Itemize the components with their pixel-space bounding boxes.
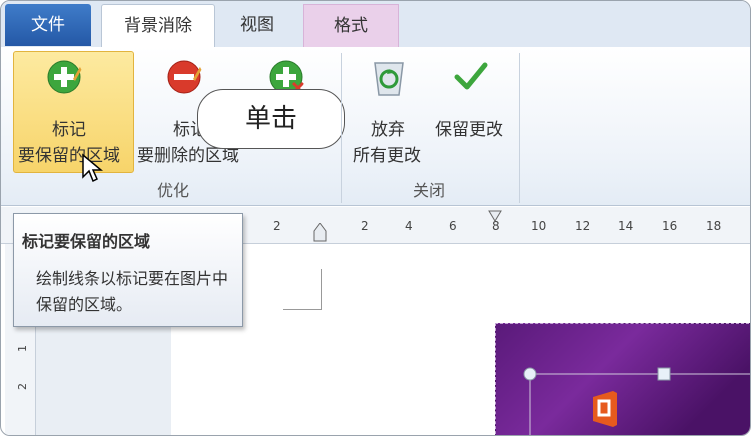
vruler-label: 2 — [16, 383, 29, 390]
recycle-bin-icon[interactable] — [369, 57, 409, 97]
group-separator — [519, 53, 520, 203]
tab-background-removal[interactable]: 背景消除 — [101, 4, 215, 48]
ribbon-tab-strip: 文件 背景消除 视图 格式 — [1, 1, 750, 48]
ruler-label: 10 — [531, 219, 547, 233]
ruler-label: 4 — [405, 219, 413, 233]
minus-pencil-icon[interactable] — [167, 59, 203, 95]
app-window: 文件 背景消除 视图 格式 标记 要保留的区域 标记 要删除的区域 单击 优化 — [0, 0, 751, 436]
checkmark-icon[interactable] — [453, 59, 489, 95]
mouse-cursor-icon — [82, 153, 103, 183]
ruler-label: 14 — [618, 219, 634, 233]
ruler-label: 16 — [662, 219, 678, 233]
ruler-label: 2 — [273, 219, 281, 233]
page-corner-marker — [283, 269, 322, 310]
mark-keep-label-line1: 标记 — [52, 120, 86, 140]
ruler-label: 2 — [361, 219, 369, 233]
group-close-label: 关闭 — [413, 181, 446, 200]
discard-label-line2: 所有更改 — [353, 146, 421, 166]
tooltip: 标记要保留的区域 绘制线条以标记要在图片中保留的区域。 — [13, 213, 243, 327]
group-separator — [341, 53, 342, 203]
tooltip-title: 标记要保留的区域 — [22, 232, 151, 251]
group-optimize-label: 优化 — [157, 181, 190, 200]
keep-changes-label: 保留更改 — [435, 120, 503, 140]
ruler-label: 12 — [575, 219, 591, 233]
watermark-logo — [591, 391, 750, 427]
discard-label-line1: 放弃 — [371, 120, 405, 140]
tab-file[interactable]: 文件 — [5, 4, 91, 46]
first-line-indent-marker-icon[interactable] — [487, 209, 503, 223]
tooltip-description: 绘制线条以标记要在图片中保留的区域。 — [36, 269, 229, 314]
plus-pencil-icon — [47, 60, 83, 94]
mark-keep-label-line2: 要保留的区域 — [18, 146, 120, 166]
tab-format[interactable]: 格式 — [303, 4, 399, 47]
vruler-label: 1 — [16, 345, 29, 352]
ruler-label: 6 — [449, 219, 457, 233]
tab-view[interactable]: 视图 — [219, 4, 295, 46]
indent-marker-icon[interactable] — [312, 223, 328, 243]
ruler-label: 18 — [706, 219, 722, 233]
click-callout: 单击 — [197, 89, 345, 149]
